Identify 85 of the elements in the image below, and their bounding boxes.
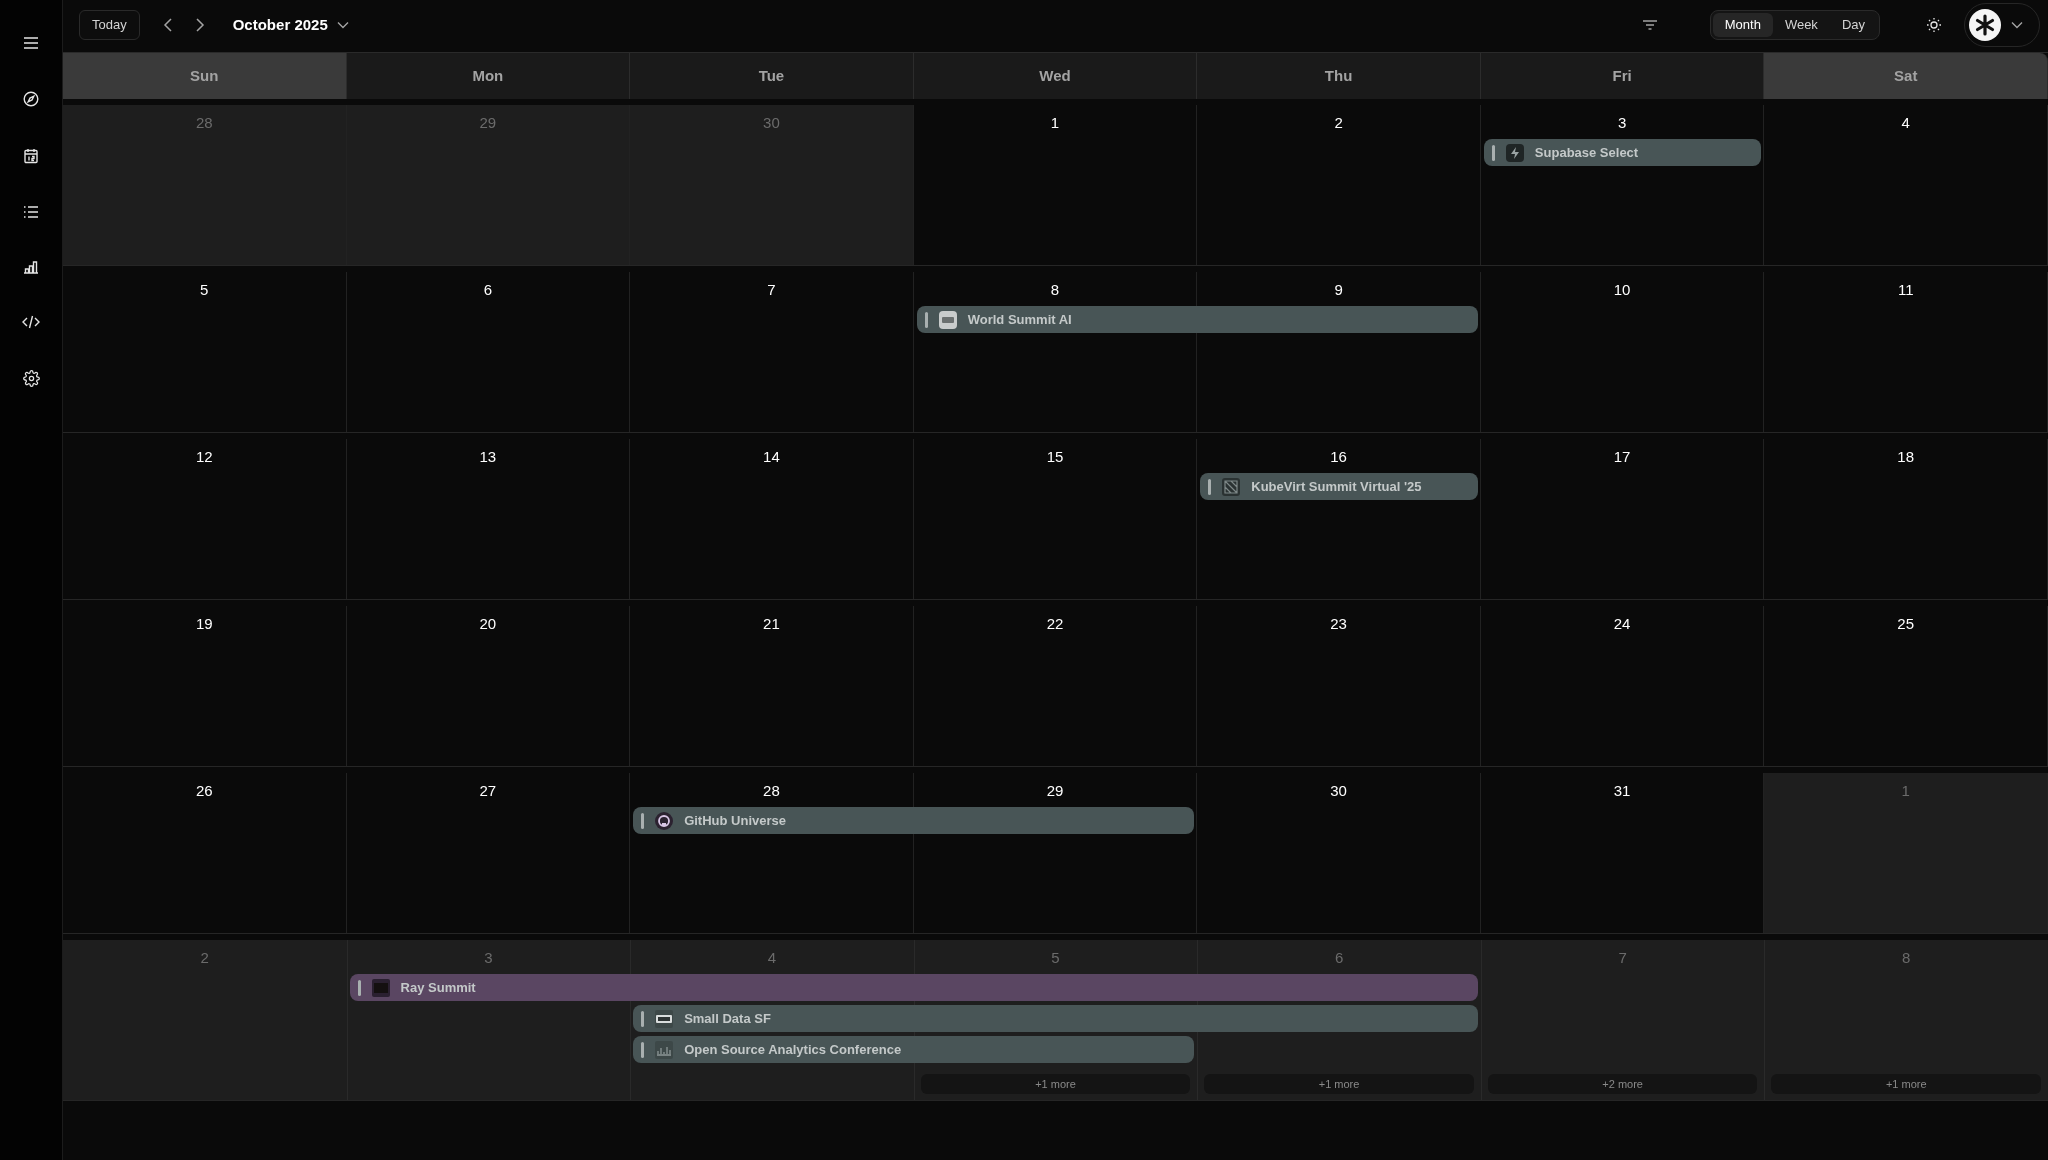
day-number: 23 — [1330, 614, 1347, 634]
event-bar[interactable]: KubeVirt Summit Virtual '25 — [1200, 473, 1478, 500]
view-tab[interactable]: Month — [1712, 13, 1773, 37]
more-events-button[interactable]: +1 more — [1771, 1074, 2041, 1094]
day-number: 5 — [1051, 948, 1060, 968]
event-bar[interactable]: Ray Summit — [349, 974, 1478, 1001]
day-number: 18 — [1897, 447, 1915, 467]
day-number: 3 — [484, 948, 493, 968]
day-number: 15 — [1046, 447, 1064, 467]
day-number: 12 — [195, 447, 213, 467]
day-number: 19 — [195, 614, 213, 634]
day-number: 9 — [1334, 280, 1343, 300]
day-number: 10 — [1613, 280, 1631, 300]
day-number: 6 — [1334, 948, 1344, 968]
bolt-icon — [1505, 143, 1524, 162]
day-number: 24 — [1613, 614, 1631, 634]
day-number: 29 — [479, 113, 497, 133]
day-number: 25 — [1897, 614, 1915, 634]
day-number: 6 — [483, 280, 492, 300]
weekday-header: Mon — [346, 53, 631, 99]
day-number: 26 — [195, 781, 213, 801]
day-number: 7 — [767, 280, 776, 300]
day-number: 17 — [1613, 447, 1631, 467]
day-number: 5 — [200, 280, 209, 300]
day-number: 8 — [1050, 280, 1060, 300]
month-picker[interactable]: October 2025 — [232, 13, 349, 37]
weekday-header: Fri — [1480, 53, 1765, 99]
compass-icon[interactable] — [23, 91, 39, 107]
day-number: 30 — [763, 113, 780, 133]
day-number: 13 — [479, 447, 497, 467]
bar-chart-icon — [655, 1040, 674, 1059]
day-number: 16 — [1330, 447, 1347, 467]
more-events-button[interactable]: +1 more — [920, 1074, 1191, 1094]
weekday-header: Sun — [63, 53, 347, 99]
day-number: 8 — [1902, 948, 1911, 968]
event-bar[interactable]: GitHub Universe — [633, 807, 1195, 834]
day-number: 4 — [767, 948, 777, 968]
day-number: 30 — [1330, 781, 1347, 801]
day-number: 27 — [479, 781, 497, 801]
day-number: 4 — [1901, 113, 1910, 133]
day-number: 28 — [763, 781, 780, 801]
day-number: 1 — [1050, 113, 1060, 133]
logo-icon — [1222, 477, 1241, 496]
day-number: 31 — [1613, 781, 1631, 801]
day-number: 1 — [1901, 781, 1910, 801]
day-number: 14 — [763, 447, 780, 467]
filter-icon[interactable] — [1641, 19, 1658, 31]
event-bar[interactable]: World Summit AI — [916, 306, 1478, 333]
weekday-header: Wed — [913, 53, 1198, 99]
day-number: 3 — [1617, 113, 1627, 133]
more-events-button[interactable]: +2 more — [1487, 1074, 1758, 1094]
list-icon[interactable] — [23, 205, 39, 219]
day-number: 28 — [195, 113, 213, 133]
weekday-header: Sat — [1764, 53, 2048, 99]
view-tab[interactable]: Day — [1829, 13, 1877, 37]
event-bar[interactable]: Supabase Select — [1483, 139, 1762, 166]
more-events-button[interactable]: +1 more — [1204, 1074, 1474, 1094]
event-bar[interactable]: Small Data SF — [633, 1005, 1478, 1032]
calendar-icon[interactable] — [23, 148, 39, 164]
chevron-down-icon — [336, 21, 349, 29]
screen-icon — [371, 978, 390, 997]
sun-icon[interactable] — [1926, 17, 1942, 33]
day-number: 20 — [479, 614, 497, 634]
weekday-header: Tue — [630, 53, 914, 99]
event-bar[interactable]: Open Source Analytics Conference — [633, 1036, 1195, 1063]
settings-icon[interactable] — [22, 370, 40, 387]
view-tab[interactable]: Week — [1772, 13, 1830, 37]
today-button[interactable]: Today — [79, 10, 140, 40]
day-number: 11 — [1897, 280, 1914, 300]
code-icon[interactable] — [22, 315, 40, 329]
day-number: 29 — [1046, 781, 1064, 801]
menu-icon[interactable] — [23, 36, 39, 50]
day-number: 7 — [1618, 948, 1627, 968]
bar-chart-icon[interactable] — [23, 260, 39, 274]
day-number: 2 — [200, 948, 209, 968]
logo-icon — [938, 310, 957, 329]
chevron-right-icon[interactable] — [194, 17, 205, 33]
day-number: 22 — [1046, 614, 1064, 634]
day-number: 21 — [763, 614, 780, 634]
chevron-left-icon[interactable] — [162, 17, 173, 33]
chevron-down-icon — [2011, 21, 2023, 29]
weekday-header: Thu — [1197, 53, 1481, 99]
banner-icon — [655, 1009, 674, 1028]
day-number: 2 — [1334, 113, 1343, 133]
avatar-icon — [1969, 9, 2001, 41]
